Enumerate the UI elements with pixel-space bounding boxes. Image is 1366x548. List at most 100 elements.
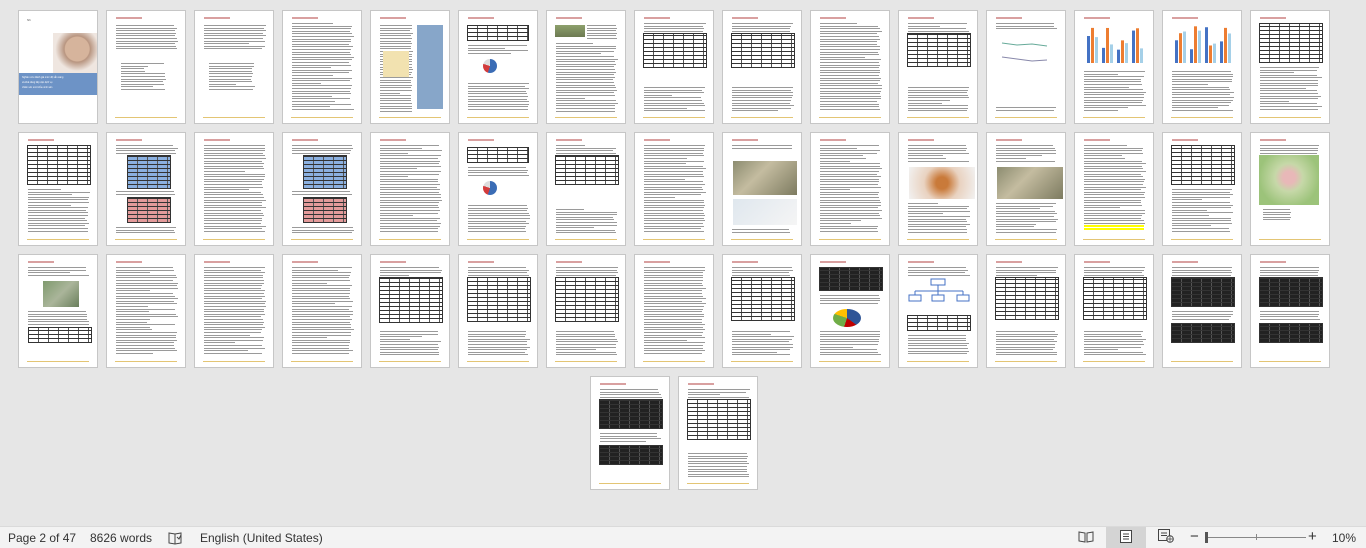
map-inset (383, 51, 409, 77)
text-line (204, 290, 265, 292)
text-line (292, 54, 352, 56)
page-thumbnail-22[interactable] (546, 132, 626, 246)
language-indicator[interactable]: English (United States) (200, 531, 323, 545)
page-thumbnail-39[interactable] (722, 254, 802, 368)
page-thumbnail-31[interactable] (18, 254, 98, 368)
text-line (820, 295, 879, 296)
text-line (1084, 210, 1145, 211)
text-line (820, 82, 878, 84)
page-thumbnail-47[interactable] (678, 376, 758, 490)
page-thumbnail-20[interactable] (370, 132, 450, 246)
zoom-in-button[interactable]: + (1308, 528, 1317, 545)
print-layout-button[interactable] (1106, 527, 1146, 548)
pie-chart (833, 309, 861, 327)
page-thumbnail-14[interactable] (1162, 10, 1242, 124)
page-thumbnail-36[interactable] (458, 254, 538, 368)
text-line (820, 338, 879, 340)
text-line (908, 160, 969, 162)
page-thumbnail-37[interactable] (546, 254, 626, 368)
text-line (908, 107, 969, 109)
text-line (28, 267, 87, 268)
page-thumbnail-2[interactable] (106, 10, 186, 124)
page-thumbnail-3[interactable] (194, 10, 274, 124)
text-line (468, 272, 528, 274)
proofing-book-icon[interactable] (164, 527, 186, 548)
page-thumbnail-8[interactable] (634, 10, 714, 124)
page-thumbnail-1[interactable]: Nh Nghiên cứu đánh giá mức độ sẵn sàng và … (18, 10, 98, 124)
text-line (1084, 94, 1144, 96)
page-thumbnail-40[interactable] (810, 254, 890, 368)
page-thumbnail-33[interactable] (194, 254, 274, 368)
text-line (556, 45, 617, 47)
page-thumbnail-13[interactable] (1074, 10, 1154, 124)
page-thumbnail-30[interactable] (1250, 132, 1330, 246)
word-count[interactable]: 8626 words (90, 531, 152, 545)
text-line (908, 274, 970, 276)
text-line (1172, 110, 1234, 111)
text-line (28, 209, 86, 211)
text-line (116, 298, 178, 300)
page-thumbnail-45[interactable] (1250, 254, 1330, 368)
page-thumbnail-25[interactable] (810, 132, 890, 246)
text-line (996, 351, 1057, 353)
page-indicator[interactable]: Page 2 of 47 (8, 531, 76, 545)
page-thumbnail-7[interactable] (546, 10, 626, 124)
text-line (380, 191, 440, 193)
page-thumbnail-35[interactable] (370, 254, 450, 368)
text-line (644, 303, 706, 305)
zoom-slider-thumb[interactable] (1205, 532, 1208, 543)
text-line (1172, 269, 1232, 271)
page-thumbnail-16[interactable] (18, 132, 98, 246)
page-thumbnail-23[interactable] (634, 132, 714, 246)
page-thumbnail-15[interactable] (1250, 10, 1330, 124)
zoom-level[interactable]: 10% (1332, 531, 1356, 545)
page-thumbnail-41[interactable] (898, 254, 978, 368)
page-thumbnail-5[interactable] (370, 10, 450, 124)
text-line (1084, 189, 1142, 191)
page-thumbnail-11[interactable] (898, 10, 978, 124)
page-thumbnail-24[interactable] (722, 132, 802, 246)
page-thumbnail-44[interactable] (1162, 254, 1242, 368)
cover-title-line: chăm sóc sức khỏe sinh sản (22, 86, 53, 89)
text-line (732, 102, 790, 104)
text-line (587, 30, 616, 32)
page-thumbnail-10[interactable] (810, 10, 890, 124)
text-line (1084, 267, 1145, 268)
text-line (380, 40, 411, 42)
page-thumbnail-6[interactable] (458, 10, 538, 124)
page-thumbnail-19[interactable] (282, 132, 362, 246)
text-line (820, 223, 851, 224)
zoom-out-button[interactable]: − (1190, 528, 1199, 545)
text-line (908, 145, 967, 146)
text-line (996, 150, 1057, 152)
page-thumbnail-29[interactable] (1162, 132, 1242, 246)
page-thumbnail-34[interactable] (282, 254, 362, 368)
text-line (820, 228, 878, 230)
read-mode-button[interactable] (1074, 527, 1098, 548)
web-layout-button[interactable] (1154, 527, 1178, 548)
text-line (908, 155, 943, 157)
text-line (116, 193, 175, 195)
text-line (908, 213, 944, 215)
page-thumbnail-21[interactable] (458, 132, 538, 246)
page-thumbnail-43[interactable] (1074, 254, 1154, 368)
text-line (1084, 89, 1143, 91)
page-thumbnail-46[interactable] (590, 376, 670, 490)
page-thumbnail-18[interactable] (194, 132, 274, 246)
page-thumbnail-28[interactable] (1074, 132, 1154, 246)
multi-page-view[interactable]: Nh Nghiên cứu đánh giá mức độ sẵn sàng và … (0, 0, 1366, 526)
page-thumbnail-17[interactable] (106, 132, 186, 246)
text-line (732, 97, 793, 99)
page-thumbnail-32[interactable] (106, 254, 186, 368)
text-line (820, 101, 878, 102)
page-thumbnail-4[interactable] (282, 10, 362, 124)
page-thumbnail-26[interactable] (898, 132, 978, 246)
page-thumbnail-27[interactable] (986, 132, 1066, 246)
page-thumbnail-42[interactable] (986, 254, 1066, 368)
page-thumbnail-12[interactable] (986, 10, 1066, 124)
page-thumbnail-38[interactable] (634, 254, 714, 368)
page-thumbnail-9[interactable] (722, 10, 802, 124)
text-line (732, 145, 793, 146)
page-header-bar (204, 139, 230, 141)
text-line (732, 344, 794, 345)
